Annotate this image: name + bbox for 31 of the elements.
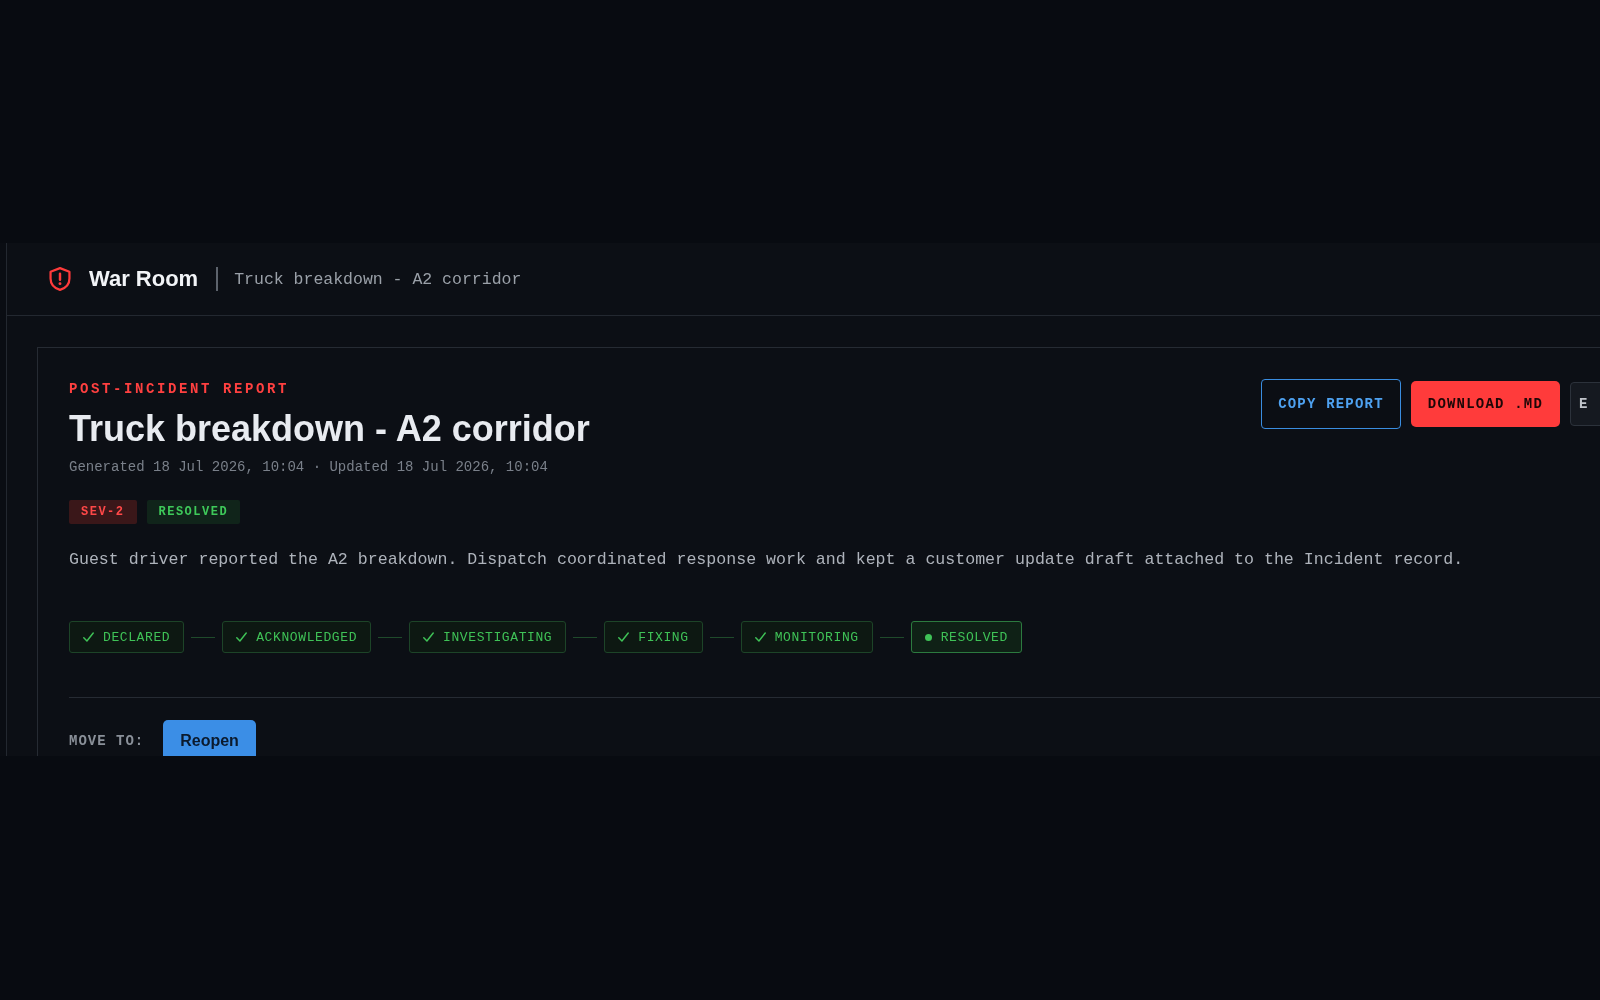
check-icon [423, 632, 435, 642]
connector-line [879, 636, 904, 638]
check-icon [618, 632, 630, 642]
connector-line [378, 636, 403, 638]
report-eyebrow: POST-INCIDENT REPORT [69, 380, 290, 398]
move-to-label: MOVE TO: [69, 733, 145, 749]
connector-line [573, 636, 598, 638]
connector-line [709, 636, 734, 638]
step-label: MONITORING [774, 629, 859, 645]
dot-icon [924, 633, 932, 641]
step-label: DECLARED [103, 629, 171, 645]
check-icon [236, 632, 248, 642]
download-button[interactable]: DOWNLOAD .MD [1410, 381, 1560, 427]
connector-line [191, 636, 216, 638]
incident-title: Truck breakdown - A2 corridor [234, 269, 522, 289]
shield-alert-icon [49, 267, 71, 291]
check-icon [83, 632, 94, 642]
step-label: FIXING [638, 629, 689, 645]
reopen-button[interactable]: Reopen [163, 720, 256, 756]
report-title: Truck breakdown - A2 corridor [69, 408, 590, 450]
status-tag: RESOLVED [146, 500, 241, 524]
app-title: War Room [89, 266, 199, 292]
action-button[interactable]: E [1570, 382, 1600, 426]
copy-report-button[interactable]: COPY REPORT [1261, 379, 1401, 429]
step-label: INVESTIGATING [443, 629, 553, 645]
step-label: ACKNOWLEDGED [256, 629, 358, 645]
report-timestamps: Generated 18 Jul 2026, 10:04 · Updated 18 Jul 2026, 10:04 [69, 458, 548, 476]
step-label: RESOLVED [940, 629, 1008, 645]
check-icon [754, 632, 766, 642]
report-summary: Guest driver reported the A2 breakdown. Dispatch coordinated response work and kept a customer update draft attached to the Incident record. [69, 549, 1464, 571]
severity-tag: SEV-2 [69, 500, 137, 524]
